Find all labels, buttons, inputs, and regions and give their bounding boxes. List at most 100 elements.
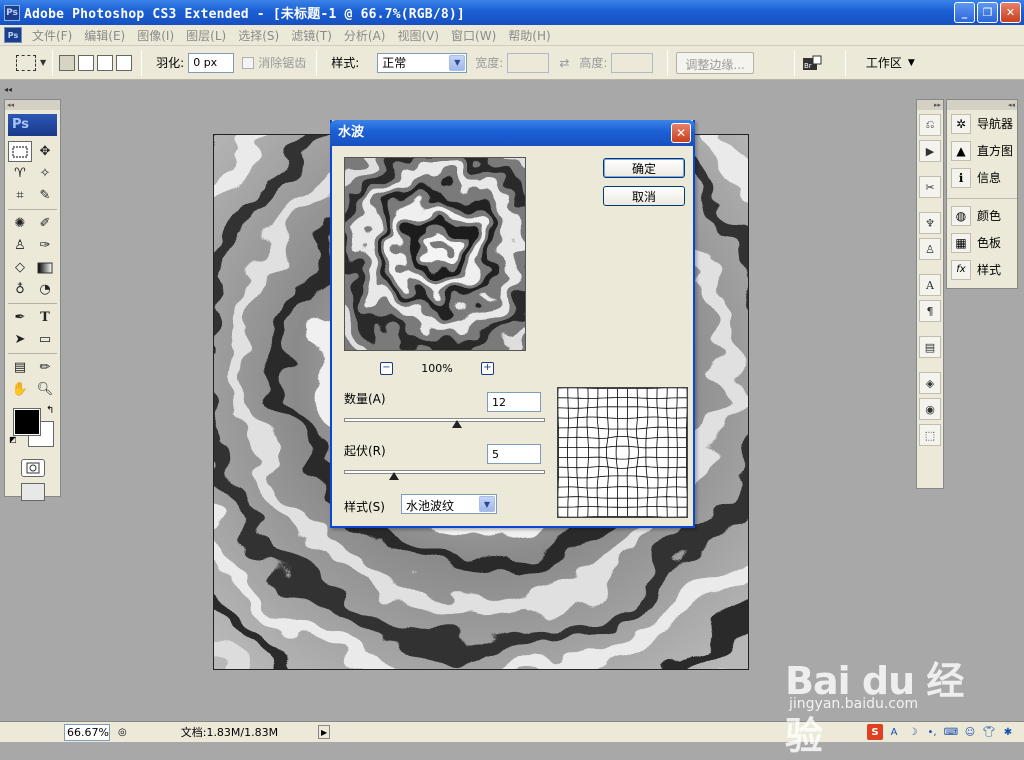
- menu-image[interactable]: 图像(I): [131, 27, 180, 44]
- blur-tool[interactable]: ♁: [8, 279, 32, 300]
- pen-tool[interactable]: ✒: [8, 307, 32, 328]
- path-selection-tool[interactable]: ➤: [8, 329, 32, 350]
- restore-button[interactable]: ❐: [977, 2, 998, 23]
- bridge-icon[interactable]: Br: [801, 54, 823, 72]
- app-icon[interactable]: Ps: [4, 4, 20, 21]
- status-icon[interactable]: ◎: [118, 727, 127, 738]
- menu-filter[interactable]: 滤镜(T): [285, 27, 338, 44]
- panel-label: 导航器: [977, 117, 1014, 131]
- tool-presets-icon[interactable]: ✂: [919, 176, 941, 198]
- panel-styles[interactable]: fx 样式: [947, 256, 1017, 283]
- history-brush-tool[interactable]: ✑: [33, 235, 57, 256]
- zoom-tool[interactable]: 🔍︎: [33, 379, 57, 400]
- crop-tool[interactable]: ⌗: [8, 185, 32, 206]
- collapse-icon[interactable]: ▸▸: [917, 100, 943, 110]
- panel-color[interactable]: ◍ 颜色: [947, 202, 1017, 229]
- filter-preview[interactable]: [344, 157, 526, 351]
- ok-button[interactable]: 确定: [603, 158, 685, 178]
- workspace-menu[interactable]: 工作区 ▼: [866, 54, 915, 71]
- preview-zoom-percent: 100%: [421, 361, 453, 375]
- screen-mode-button[interactable]: [20, 483, 45, 501]
- eyedropper-tool[interactable]: ✏: [33, 357, 57, 378]
- menu-app-icon[interactable]: Ps: [4, 27, 22, 43]
- layers-icon[interactable]: ◈: [919, 372, 941, 394]
- status-menu-arrow-icon[interactable]: ▶: [318, 725, 331, 739]
- panel-histogram[interactable]: ▲ 直方图: [947, 137, 1017, 164]
- chevron-down-icon[interactable]: ▼: [449, 54, 466, 71]
- dialog-close-button[interactable]: ✕: [671, 123, 691, 143]
- new-selection-button[interactable]: [59, 54, 76, 71]
- refine-edge-button[interactable]: 调整边缘...: [676, 51, 754, 74]
- panel-navigator[interactable]: ✲ 导航器: [947, 110, 1017, 137]
- clone-source-icon[interactable]: ♙: [919, 238, 941, 260]
- gradient-tool[interactable]: [33, 257, 57, 278]
- amount-slider-thumb[interactable]: [451, 420, 462, 428]
- subtract-selection-button[interactable]: [97, 54, 114, 71]
- menu-analysis[interactable]: 分析(A): [338, 27, 392, 44]
- width-input[interactable]: [507, 52, 550, 73]
- amount-slider-track[interactable]: [344, 418, 545, 422]
- move-tool[interactable]: ✥: [33, 141, 57, 162]
- hand-tool[interactable]: ✋: [8, 379, 32, 400]
- chevron-down-icon[interactable]: ▼: [479, 496, 495, 512]
- magic-wand-tool[interactable]: ✧: [33, 163, 57, 184]
- height-input[interactable]: [611, 52, 654, 73]
- close-button[interactable]: ✕: [1000, 2, 1021, 23]
- zoom-level-input[interactable]: 66.67%: [64, 723, 110, 741]
- ripple-style-select[interactable]: 水池波纹 ▼: [401, 494, 497, 514]
- tool-preset-arrow-icon[interactable]: ▼: [40, 58, 46, 67]
- slice-tool[interactable]: ✎: [33, 185, 57, 206]
- brush-tool[interactable]: ✐: [33, 213, 57, 234]
- shape-tool[interactable]: ▭: [33, 329, 57, 350]
- ridges-slider-thumb[interactable]: [389, 472, 400, 480]
- antialias-checkbox[interactable]: [242, 56, 255, 69]
- tool-preset-picker[interactable]: [16, 54, 36, 71]
- channels-icon[interactable]: ◉: [919, 398, 941, 420]
- feather-input[interactable]: 0 px: [188, 52, 235, 73]
- actions-icon[interactable]: ▶: [919, 140, 941, 162]
- expand-icon[interactable]: ◂◂: [4, 85, 12, 94]
- swap-colors-icon[interactable]: ↰: [46, 405, 54, 416]
- layer-comps-icon[interactable]: ▤: [919, 336, 941, 358]
- menu-select[interactable]: 选择(S): [232, 27, 285, 44]
- menu-layer[interactable]: 图层(L): [180, 27, 232, 44]
- panel-swatches[interactable]: ▦ 色板: [947, 229, 1017, 256]
- collapse-icon[interactable]: ◂◂: [5, 100, 60, 110]
- swap-icon[interactable]: ⇄: [559, 56, 569, 70]
- character-icon[interactable]: A: [919, 274, 941, 296]
- zoom-out-button[interactable]: −: [380, 361, 393, 375]
- brushes-icon[interactable]: ♆: [919, 212, 941, 234]
- eraser-tool[interactable]: ◇: [8, 257, 32, 278]
- menu-help[interactable]: 帮助(H): [502, 27, 556, 44]
- amount-input[interactable]: 12: [487, 392, 541, 412]
- lasso-tool[interactable]: ♈: [8, 163, 32, 184]
- style-select[interactable]: 正常 ▼: [377, 52, 468, 73]
- intersect-selection-button[interactable]: [116, 54, 133, 71]
- paragraph-icon[interactable]: ¶: [919, 300, 941, 322]
- history-icon[interactable]: ⎌: [919, 114, 941, 136]
- dodge-tool[interactable]: ◔: [33, 279, 57, 300]
- ridges-slider-track[interactable]: [344, 470, 545, 474]
- collapse-icon[interactable]: ◂◂: [947, 100, 1017, 110]
- clone-stamp-tool[interactable]: ♙: [8, 235, 32, 256]
- minimize-button[interactable]: _: [954, 2, 975, 23]
- ridges-input[interactable]: 5: [487, 444, 541, 464]
- type-tool[interactable]: T: [33, 307, 57, 328]
- menu-view[interactable]: 视图(V): [391, 27, 445, 44]
- menu-file[interactable]: 文件(F): [26, 27, 78, 44]
- default-colors-icon[interactable]: ◩: [9, 435, 17, 444]
- menu-edit[interactable]: 编辑(E): [78, 27, 131, 44]
- quick-mask-button[interactable]: [20, 459, 45, 477]
- toolbox-logo[interactable]: Ps: [8, 114, 57, 136]
- cancel-button[interactable]: 取消: [603, 186, 685, 206]
- paths-icon[interactable]: ⬚: [919, 424, 941, 446]
- zoom-in-button[interactable]: +: [480, 361, 494, 375]
- menu-window[interactable]: 窗口(W): [445, 27, 502, 44]
- settings-icon[interactable]: ✱: [1000, 724, 1016, 740]
- notes-tool[interactable]: ▤: [8, 357, 32, 378]
- panel-info[interactable]: ℹ 信息: [947, 164, 1017, 191]
- marquee-tool[interactable]: [8, 141, 32, 162]
- foreground-color[interactable]: [13, 408, 41, 436]
- healing-brush-tool[interactable]: ✺: [8, 213, 32, 234]
- add-selection-button[interactable]: [78, 54, 95, 71]
